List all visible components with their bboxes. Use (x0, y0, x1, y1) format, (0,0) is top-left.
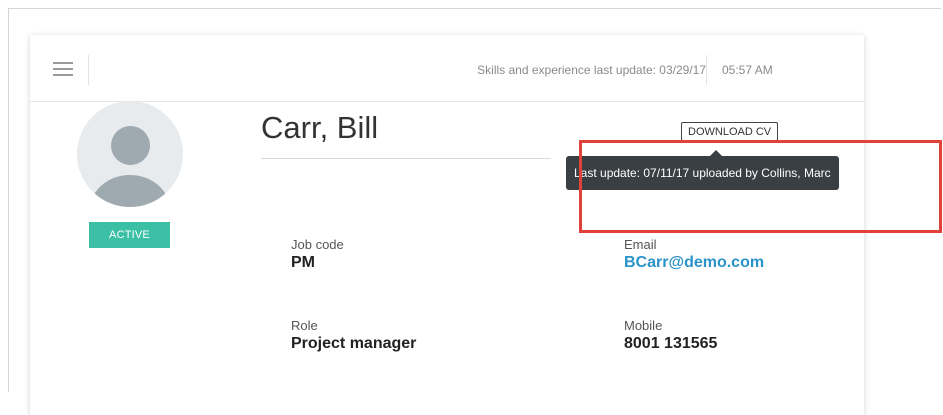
name-divider (261, 158, 551, 159)
header-divider (88, 55, 89, 85)
email-link[interactable]: BCarr@demo.com (624, 254, 764, 272)
avatar-body (90, 175, 170, 207)
role-value: Project manager (291, 335, 417, 352)
employee-name: Carr, Bill (261, 110, 379, 145)
update-time: 05:57 AM (722, 63, 773, 77)
avatar (77, 101, 183, 207)
mobile-value: 8001 131565 (624, 335, 718, 352)
time-divider (706, 55, 707, 85)
job-code-label: Job code (291, 237, 344, 252)
download-cv-button[interactable]: DOWNLOAD CV (681, 122, 779, 141)
email-label: Email (624, 237, 657, 252)
role-label: Role (291, 318, 318, 333)
download-tooltip: Last update: 07/11/17 uploaded by Collin… (566, 156, 839, 190)
mobile-label: Mobile (624, 318, 663, 333)
skills-update-text: Skills and experience last update: 03/29… (477, 63, 706, 77)
hamburger-icon[interactable] (53, 62, 73, 78)
status-badge: ACTIVE (89, 222, 170, 248)
card-header: Skills and experience last update: 03/29… (30, 35, 864, 102)
job-code-value: PM (291, 254, 315, 271)
user-placeholder-icon (111, 126, 150, 165)
